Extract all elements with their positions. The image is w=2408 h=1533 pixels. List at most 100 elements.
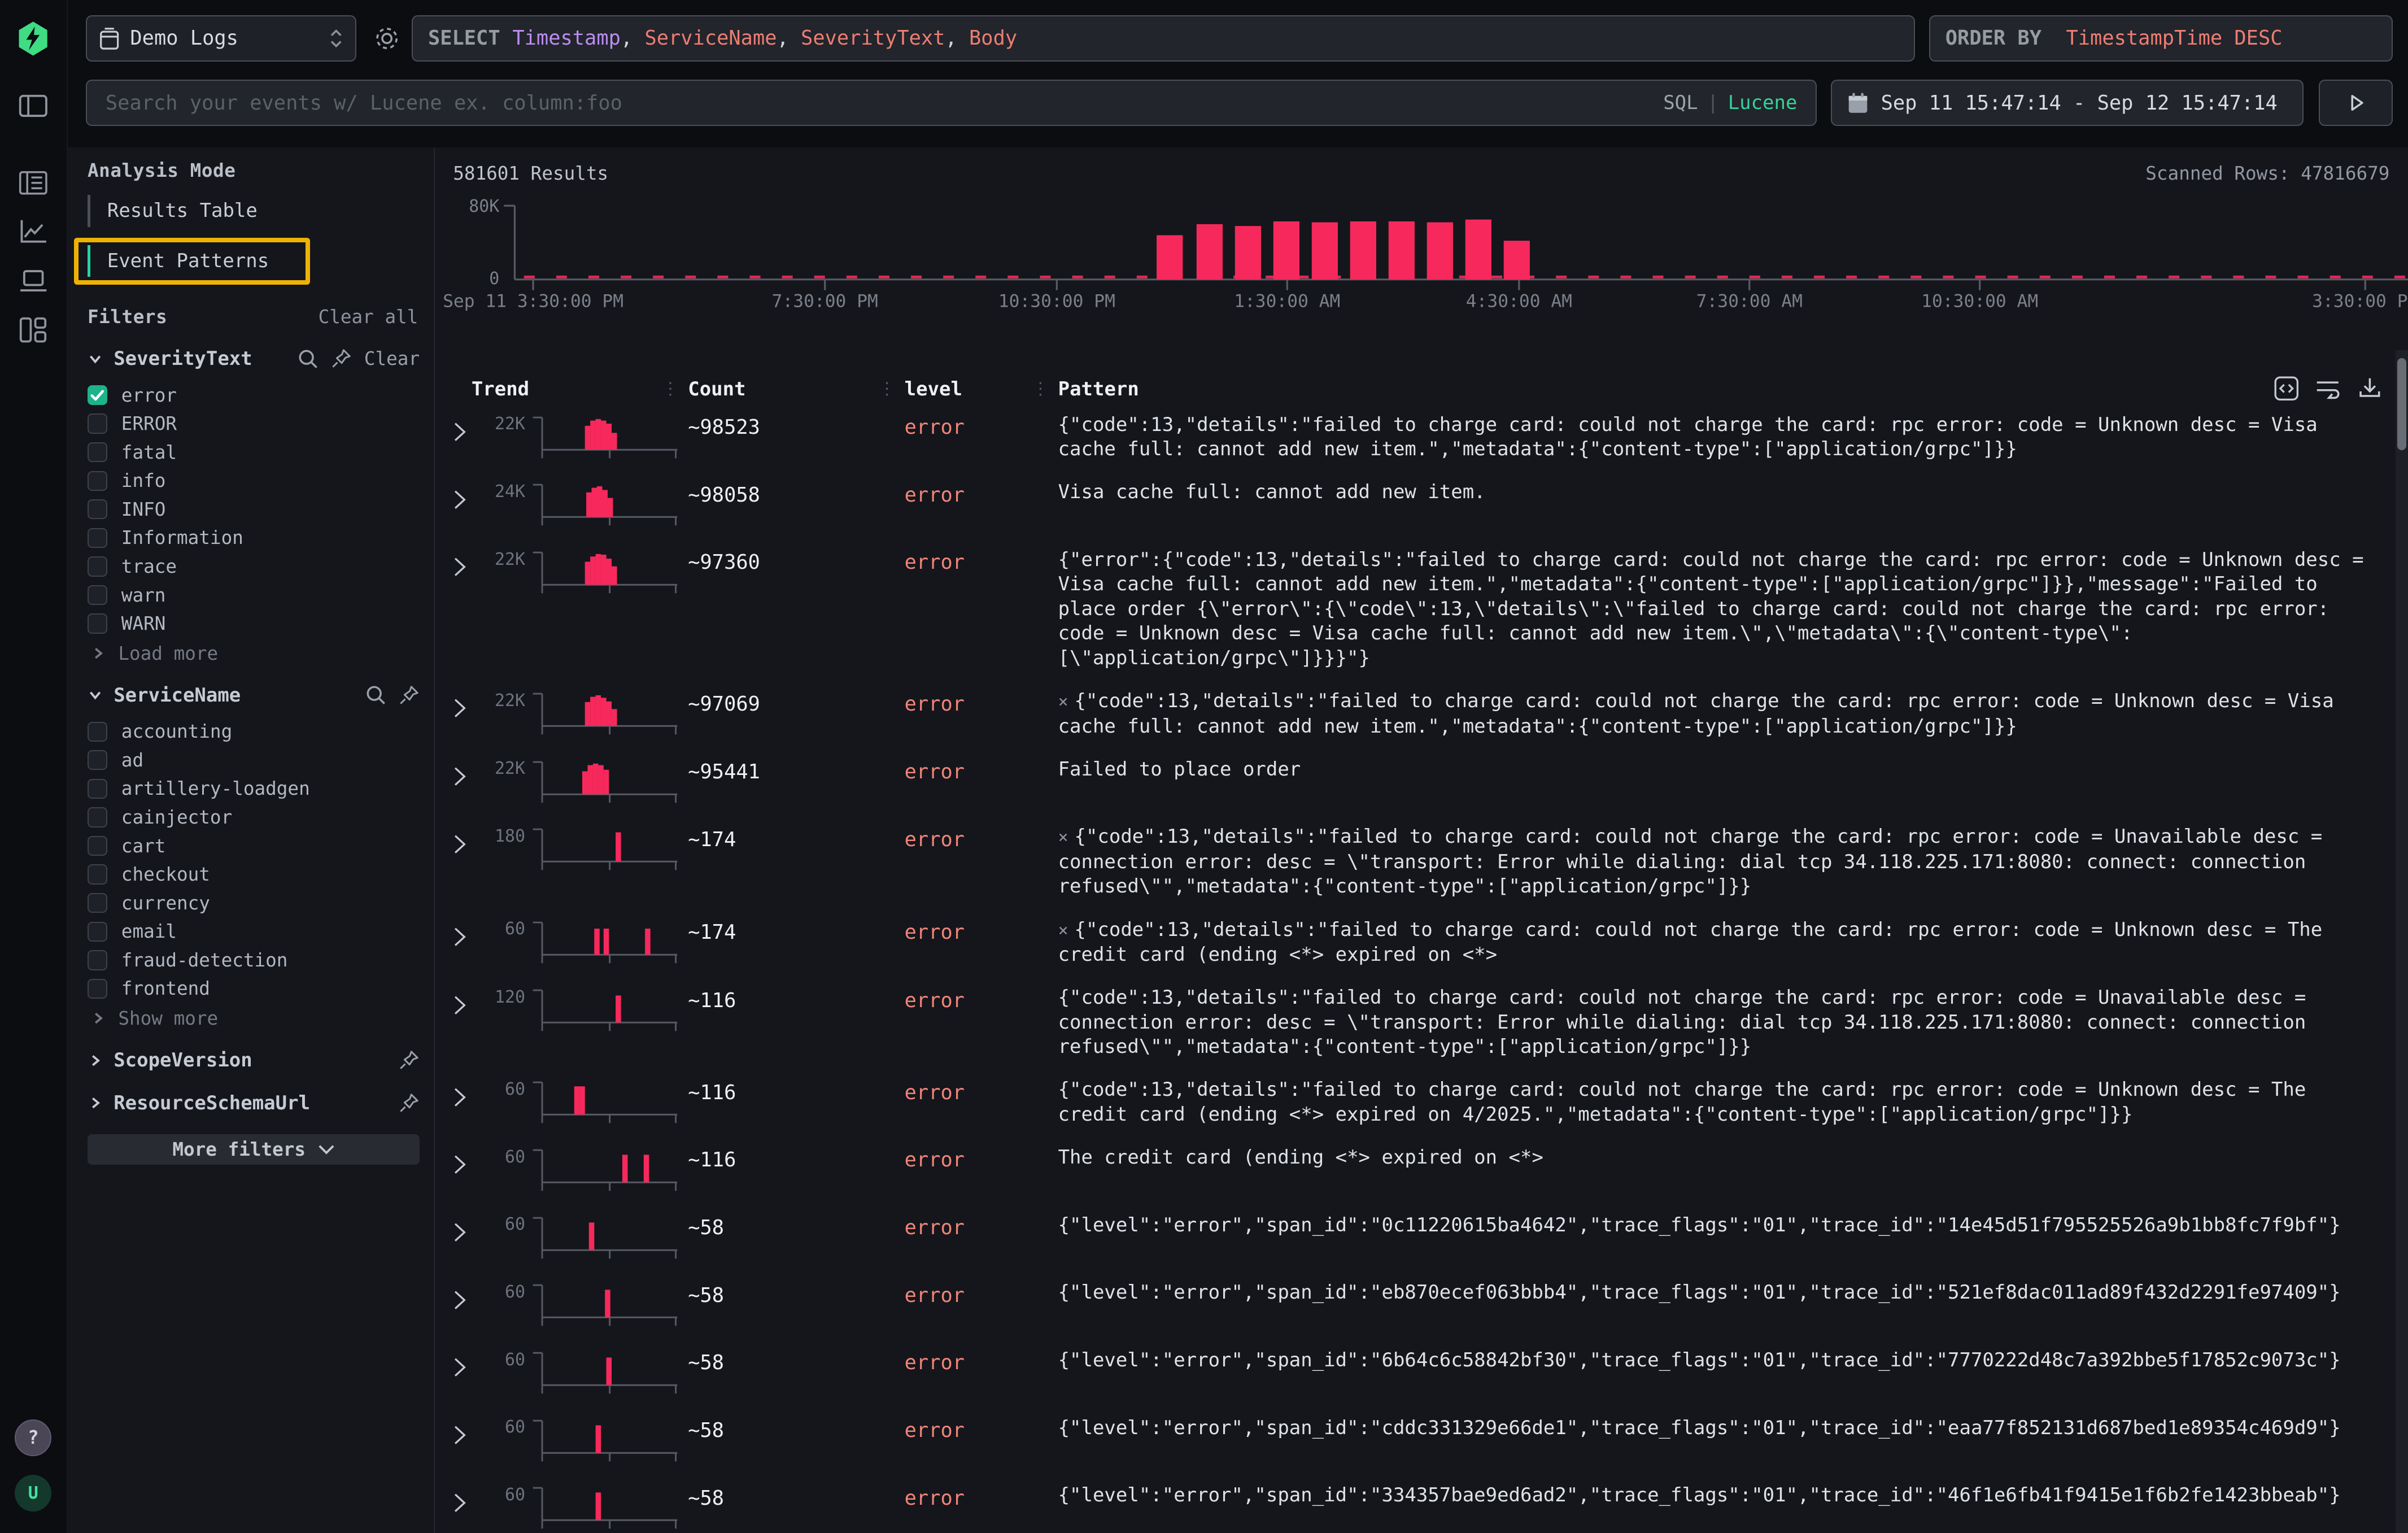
column-header-trend[interactable]: Trend <box>472 378 529 400</box>
facet-value-warn[interactable]: warn <box>88 581 434 609</box>
facet-value-information[interactable]: Information <box>88 524 434 552</box>
checkbox[interactable] <box>88 779 107 799</box>
date-range-picker[interactable]: Sep 11 15:47:14 - Sep 12 15:47:14 <box>1831 80 2304 126</box>
sessions-icon[interactable] <box>15 263 51 299</box>
source-settings-gear-icon[interactable] <box>369 20 405 56</box>
app-logo-icon[interactable] <box>15 20 51 56</box>
order-by-input[interactable]: ORDER BY TimestampTime DESC <box>1929 15 2393 62</box>
row-expand-chevron-icon[interactable] <box>453 1078 483 1107</box>
checkbox[interactable] <box>88 585 107 605</box>
checkbox[interactable] <box>88 385 107 405</box>
search-icon[interactable] <box>298 349 318 369</box>
checkbox[interactable] <box>88 807 107 827</box>
facet-clear-button[interactable]: Clear <box>364 348 420 369</box>
chart-explorer-icon[interactable] <box>15 214 51 250</box>
checkbox[interactable] <box>88 471 107 491</box>
pattern-cell[interactable]: {"code":13,"details":"failed to charge c… <box>1058 986 2387 1060</box>
more-filters-button[interactable]: More filters <box>88 1134 420 1165</box>
user-avatar[interactable]: U <box>15 1475 51 1512</box>
collapse-sidebar-icon[interactable] <box>15 88 51 124</box>
mode-results-table[interactable]: Results Table <box>88 195 258 227</box>
pattern-cell[interactable]: {"level":"error","span_id":"eb870ecef063… <box>1058 1281 2387 1305</box>
row-expand-chevron-icon[interactable] <box>453 986 483 1015</box>
pattern-cell[interactable]: {"level":"error","span_id":"334357bae9ed… <box>1058 1483 2387 1508</box>
row-expand-chevron-icon[interactable] <box>453 825 483 854</box>
checkbox[interactable] <box>88 893 107 913</box>
column-header-count[interactable]: Count <box>688 378 745 400</box>
checkbox[interactable] <box>88 922 107 942</box>
facet-value-frontend[interactable]: frontend <box>88 974 434 1003</box>
checkbox[interactable] <box>88 613 107 633</box>
row-expand-chevron-icon[interactable] <box>453 1348 483 1378</box>
row-expand-chevron-icon[interactable] <box>453 689 483 718</box>
pattern-cell[interactable]: {"code":13,"details":"failed to charge c… <box>1058 1078 2387 1127</box>
facet-value-currency[interactable]: currency <box>88 889 434 917</box>
row-expand-chevron-icon[interactable] <box>453 757 483 787</box>
column-header-pattern[interactable]: Pattern <box>1058 378 1139 400</box>
facet-value-artillery-loadgen[interactable]: artillery-loadgen <box>88 774 434 803</box>
wrap-text-icon[interactable] <box>2314 374 2342 402</box>
pin-icon[interactable] <box>398 1049 420 1071</box>
pin-icon[interactable] <box>398 1092 420 1114</box>
pattern-cell[interactable]: {"code":13,"details":"failed to charge c… <box>1058 413 2387 462</box>
facet-value-cart[interactable]: cart <box>88 831 434 860</box>
facet-group-header-severitytext[interactable]: SeverityTextClear <box>88 347 434 370</box>
row-expand-chevron-icon[interactable] <box>453 1213 483 1243</box>
checkbox[interactable] <box>88 722 107 742</box>
language-toggle-lucene[interactable]: Lucene <box>1728 92 1798 114</box>
checkbox[interactable] <box>88 442 107 462</box>
search-icon[interactable] <box>366 685 386 705</box>
search-input[interactable]: Search your events w/ Lucene ex. column:… <box>86 80 1817 126</box>
facet-value-error[interactable]: ERROR <box>88 410 434 438</box>
pattern-cell[interactable]: {"error":{"code":13,"details":"failed to… <box>1058 548 2387 671</box>
checkbox[interactable] <box>88 556 107 576</box>
column-resize-handle[interactable]: ⋮ <box>1032 379 1049 399</box>
pattern-cell[interactable]: Failed to place order <box>1058 757 2387 782</box>
download-icon[interactable] <box>2356 374 2384 402</box>
row-expand-chevron-icon[interactable] <box>453 480 483 509</box>
checkbox[interactable] <box>88 979 107 999</box>
facet-value-accounting[interactable]: accounting <box>88 717 434 746</box>
row-expand-chevron-icon[interactable] <box>453 413 483 442</box>
pattern-cell[interactable]: {"level":"error","span_id":"cddc331329e6… <box>1058 1416 2387 1441</box>
checkbox[interactable] <box>88 950 107 970</box>
facet-value-ad[interactable]: ad <box>88 746 434 775</box>
facet-value-trace[interactable]: trace <box>88 552 434 581</box>
facet-load-more-button[interactable]: Load more <box>90 643 433 664</box>
checkbox[interactable] <box>88 528 107 548</box>
clear-all-filters-button[interactable]: Clear all <box>319 306 418 328</box>
facet-value-email[interactable]: email <box>88 917 434 946</box>
pattern-cell[interactable]: {"level":"error","span_id":"0c11220615ba… <box>1058 1213 2387 1238</box>
pattern-cell[interactable]: ×{"code":13,"details":"failed to charge … <box>1058 689 2387 739</box>
checkbox[interactable] <box>88 499 107 519</box>
pattern-cell[interactable]: ×{"code":13,"details":"failed to charge … <box>1058 825 2387 899</box>
row-expand-chevron-icon[interactable] <box>453 1483 483 1513</box>
facet-value-warn[interactable]: WARN <box>88 609 434 638</box>
column-resize-handle[interactable]: ⋮ <box>878 379 895 399</box>
pattern-cell[interactable]: ×{"code":13,"details":"failed to charge … <box>1058 918 2387 968</box>
code-view-icon[interactable] <box>2273 374 2301 402</box>
facet-value-error[interactable]: error <box>88 381 434 410</box>
language-toggle-sql[interactable]: SQL <box>1663 92 1698 114</box>
row-expand-chevron-icon[interactable] <box>453 548 483 577</box>
pattern-cell[interactable]: The credit card (ending <*> expired on <… <box>1058 1146 2387 1170</box>
facet-value-cainjector[interactable]: cainjector <box>88 803 434 832</box>
row-expand-chevron-icon[interactable] <box>453 1146 483 1175</box>
facet-group-header-servicename[interactable]: ServiceName <box>88 684 434 707</box>
facet-value-fatal[interactable]: fatal <box>88 438 434 467</box>
checkbox[interactable] <box>88 836 107 856</box>
results-histogram[interactable]: 80K0Sep 11 3:30:00 PM7:30:00 PM10:30:00 … <box>435 190 2408 313</box>
column-header-level[interactable]: level <box>905 378 962 400</box>
checkbox[interactable] <box>88 864 107 884</box>
dashboards-icon[interactable] <box>15 312 51 349</box>
facet-value-checkout[interactable]: checkout <box>88 860 434 889</box>
pattern-cell[interactable]: {"level":"error","span_id":"6b64c6c58842… <box>1058 1348 2387 1373</box>
select-clause-input[interactable]: SELECT Timestamp, ServiceName, SeverityT… <box>412 15 1915 62</box>
help-button[interactable]: ? <box>15 1419 51 1456</box>
run-query-button[interactable] <box>2319 80 2393 126</box>
checkbox[interactable] <box>88 750 107 770</box>
checkbox[interactable] <box>88 413 107 433</box>
scrollbar-thumb[interactable] <box>2397 358 2406 450</box>
pin-icon[interactable] <box>330 348 352 369</box>
pin-icon[interactable] <box>398 685 420 706</box>
